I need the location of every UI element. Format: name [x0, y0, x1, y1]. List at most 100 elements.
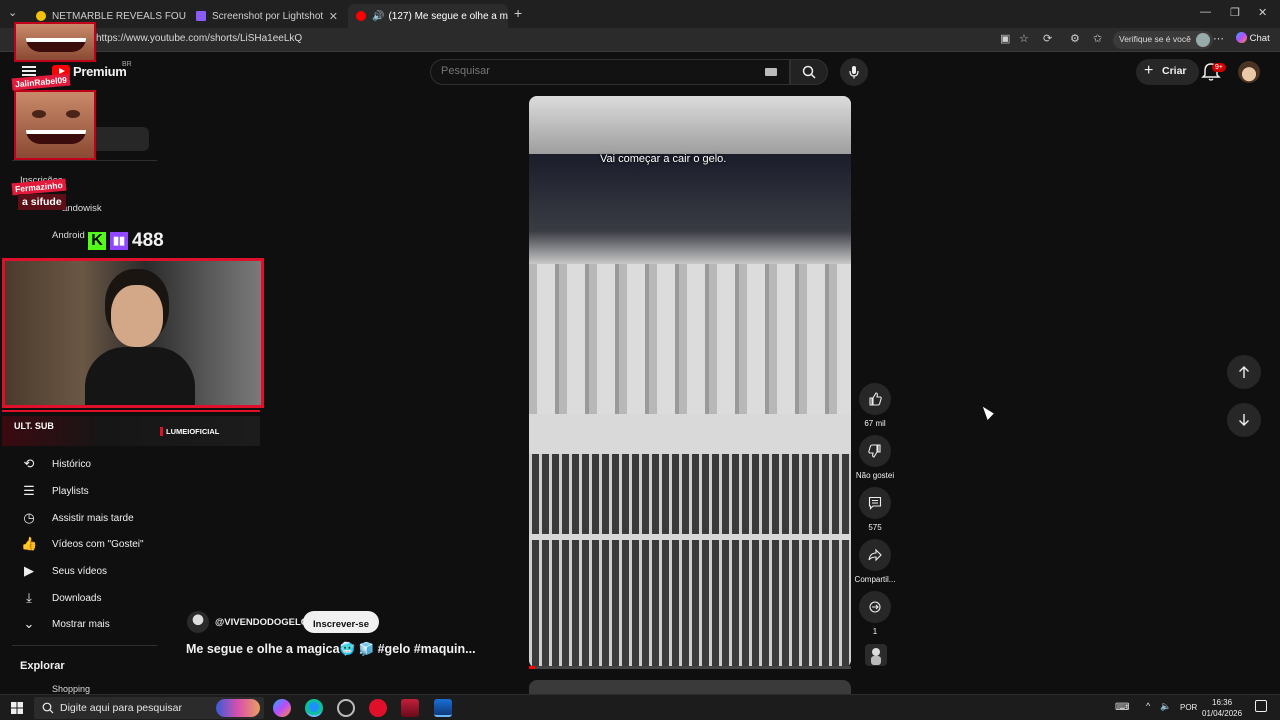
edge-app-icon[interactable] [305, 699, 323, 717]
system-clock[interactable]: 16:36 01/04/2026 [1202, 697, 1242, 719]
maximize-icon[interactable]: ❐ [1230, 6, 1240, 19]
short-video-player[interactable] [529, 96, 851, 668]
subscription-item[interactable]: andowisk [62, 203, 102, 214]
close-tab-icon[interactable]: ✕ [329, 10, 338, 23]
copilot-chat-button[interactable]: Chat [1236, 32, 1270, 44]
like-button[interactable] [859, 383, 891, 415]
tab-youtube[interactable]: 🔊 (127) Me segue e olhe a magi... ✕ [348, 4, 508, 28]
remix-button[interactable] [859, 591, 891, 623]
tray-chevron-icon[interactable]: ^ [1146, 701, 1150, 711]
stream-tool-app-icon[interactable] [401, 699, 419, 717]
tab-favicon-icon [196, 11, 206, 21]
subscription-item[interactable]: Android [52, 230, 85, 241]
kick-icon: K [88, 232, 106, 250]
keyboard-layout-icon[interactable]: ⌨ [1115, 702, 1129, 713]
sidebar-item-history[interactable]: ⟲ Histórico [0, 451, 160, 477]
new-tab-icon[interactable]: + [514, 5, 522, 21]
sidebar-item-your-videos[interactable]: ▶ Seus vídeos [0, 558, 160, 584]
sidebar-item-liked-videos[interactable]: 👍 Vídeos com "Gostei" [0, 531, 160, 557]
refresh-extension-icon[interactable]: ⟳ [1043, 32, 1052, 45]
overlay-divider [2, 410, 260, 412]
comments-count: 575 [868, 523, 882, 532]
tab-lightshot[interactable]: Screenshot por Lightshot ✕ [188, 4, 346, 28]
input-language[interactable]: POR [1180, 703, 1197, 712]
search-input[interactable] [441, 65, 761, 77]
video-player-app-icon[interactable] [369, 699, 387, 717]
stream-banner: ULT. SUB LUMEIOFICIAL [2, 416, 260, 446]
emote-image [14, 22, 96, 62]
windows-taskbar: Digite aqui para pesquisar ⌨ ^ 🔈 POR 16:… [0, 694, 1280, 720]
copilot-app-icon[interactable] [273, 699, 291, 717]
remix-count: 1 [872, 627, 878, 636]
steam-app-icon[interactable] [434, 699, 452, 717]
banner-last-sub: ULT. SUB [14, 421, 54, 431]
sidebar-item-watch-later[interactable]: ◷ Assistir mais tarde [0, 505, 160, 531]
channel-avatar[interactable] [187, 611, 209, 633]
sidebar-item-downloads[interactable]: ⤓ Downloads [0, 585, 160, 611]
twitch-icon: ▮▮ [110, 232, 128, 250]
tab-favicon-icon [356, 11, 366, 21]
voice-search-button[interactable] [840, 58, 868, 86]
sidebar-item-label: Downloads [52, 592, 102, 604]
viewer-counter: K ▮▮ 488 [88, 230, 164, 252]
share-button[interactable] [859, 539, 891, 571]
copilot-icon [1236, 32, 1247, 43]
likes-count: 67 mil [864, 419, 886, 428]
speaker-icon[interactable]: 🔊 [372, 11, 384, 22]
streamer-head [111, 285, 163, 347]
favorites-icon[interactable]: ✩ [1093, 32, 1102, 45]
channel-avatar-icon [871, 648, 881, 665]
search-box[interactable] [430, 59, 790, 85]
comments-button[interactable] [859, 487, 891, 519]
sidebar-item-label: Vídeos com "Gostei" [52, 538, 144, 550]
obs-app-icon[interactable] [337, 699, 355, 717]
tab-actions-icon[interactable]: ⌄ [8, 6, 17, 19]
url-field[interactable]: https://www.youtube.com/shorts/LiSHa1eeL… [96, 33, 302, 44]
tab-favicon-icon [36, 11, 46, 21]
taskbar-search-box[interactable]: Digite aqui para pesquisar [34, 697, 264, 719]
like-icon: 👍 [21, 536, 38, 551]
arrow-up-icon [1239, 366, 1249, 378]
sidebar-item-show-more[interactable]: ⌄ Mostrar mais [0, 611, 160, 637]
reading-view-icon[interactable]: ▣ [1000, 32, 1010, 45]
hamburger-menu-icon[interactable] [22, 66, 36, 76]
more-menu-icon[interactable]: ⋯ [1213, 32, 1224, 45]
subscribe-button[interactable]: Inscrever-se [303, 611, 379, 633]
sidebar-item-shopping[interactable]: Shopping [52, 684, 90, 694]
watch-later-icon: ◷ [23, 510, 35, 525]
chat-label: Chat [1249, 33, 1270, 44]
short-title[interactable]: Me segue e olhe a magica🥶 🧊 #gelo #maqui… [186, 642, 476, 657]
emote-mouth [26, 38, 86, 52]
channel-name[interactable]: @VIVENDODOGELO [215, 617, 308, 628]
close-window-icon[interactable]: ✕ [1258, 6, 1267, 19]
minimize-icon[interactable]: — [1200, 6, 1211, 18]
previous-short-button[interactable] [1227, 355, 1261, 389]
chevron-down-icon: ⌄ [23, 616, 35, 631]
tab-label: NETMARBLE REVEALS FOURTH Q... [52, 10, 186, 22]
user-avatar[interactable] [1238, 61, 1260, 83]
dislike-button[interactable] [859, 435, 891, 467]
your-videos-icon: ▶ [24, 563, 34, 578]
video-progress-bar[interactable] [529, 666, 851, 669]
favorite-icon[interactable]: ☆ [1019, 32, 1029, 45]
next-short-button[interactable] [1227, 403, 1261, 437]
webcam-overlay [2, 258, 264, 408]
extensions-icon[interactable]: ⚙ [1070, 32, 1080, 45]
emote-eye [66, 110, 80, 118]
thumbs-up-icon [869, 392, 882, 406]
sidebar-divider [12, 645, 157, 646]
verify-profile-button[interactable]: Verifique se é você [1113, 31, 1213, 49]
search-button[interactable] [790, 59, 828, 85]
notification-count-badge: 9+ [1212, 63, 1226, 72]
sidebar-item-playlists[interactable]: ☰ Playlists [0, 478, 160, 504]
chat-message: a sifude [18, 194, 66, 210]
windows-start-icon[interactable] [11, 702, 23, 714]
notifications-center-icon[interactable] [1255, 700, 1267, 712]
create-button[interactable]: + Criar [1136, 59, 1199, 85]
create-label: Criar [1162, 65, 1187, 77]
keyboard-icon[interactable] [765, 68, 777, 76]
sound-channel-thumbnail[interactable] [865, 644, 887, 666]
emote-eye [32, 110, 46, 118]
volume-icon[interactable]: 🔈 [1160, 701, 1171, 712]
logo-text: Premium [73, 64, 127, 79]
